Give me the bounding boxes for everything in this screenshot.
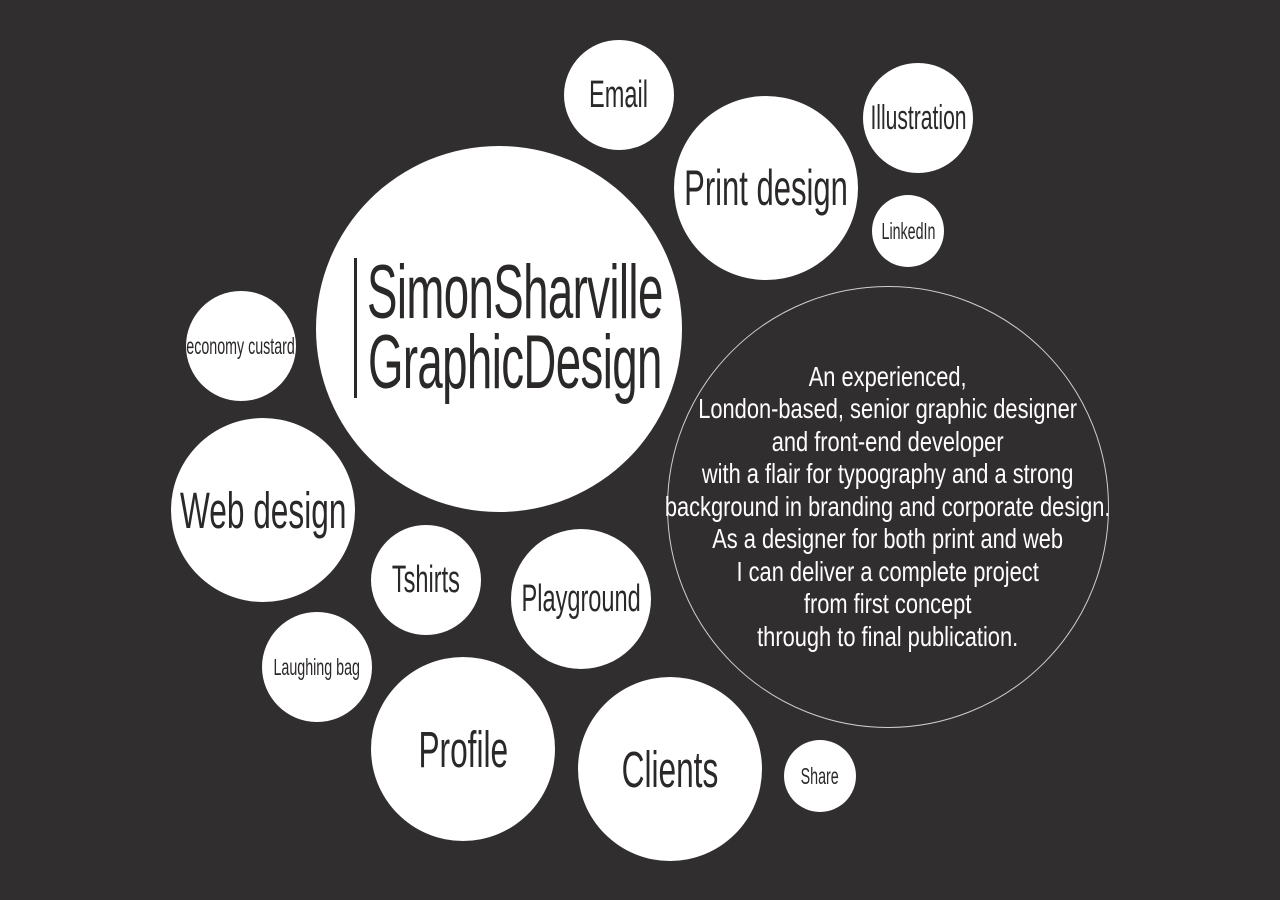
about-line: with a flair for typography and a strong [702,458,1074,490]
email-link[interactable]: Email [564,40,674,150]
email-label: Email [589,73,649,116]
about-line: I can deliver a complete project [736,555,1040,587]
about-line: from first concept [804,588,972,620]
linkedin-link[interactable]: LinkedIn [872,195,944,267]
about-line: through to final publication. [757,620,1019,652]
clients-label: Clients [621,740,719,798]
about-line: and front-end developer [772,425,1004,457]
about-line: background in branding and corporate des… [665,490,1111,522]
illustration-label: Illustration [869,98,967,137]
laughing-bag-label: Laughing bag [273,653,361,680]
about-text: An experienced, London-based, senior gra… [602,361,1173,654]
web-design-label: Web design [179,481,347,539]
print-design-label: Print design [684,160,848,216]
clients-link[interactable]: Clients [578,677,762,861]
page: Email Print design Illustration LinkedIn… [0,0,1280,900]
laughing-bag-link[interactable]: Laughing bag [262,612,372,722]
brand-name: SimonSharville [367,250,663,335]
linkedin-label: LinkedIn [881,217,935,244]
about-line: As a designer for both print and web [712,523,1064,555]
profile-link[interactable]: Profile [371,657,555,841]
about-circle: An experienced, London-based, senior gra… [665,286,1111,728]
print-design-link[interactable]: Print design [674,96,858,280]
profile-label: Profile [418,720,508,778]
about-line: An experienced, [809,360,967,392]
economy-custard-label: economy custard [186,332,296,359]
economy-custard-link[interactable]: economy custard [186,291,296,401]
about-line: London-based, senior graphic designer [698,393,1078,425]
web-design-link[interactable]: Web design [171,418,355,602]
illustration-link[interactable]: Illustration [863,63,973,173]
share-label: Share [800,762,840,789]
tshirts-label: Tshirts [391,558,461,601]
share-link[interactable]: Share [784,740,856,812]
tshirts-link[interactable]: Tshirts [371,525,481,635]
